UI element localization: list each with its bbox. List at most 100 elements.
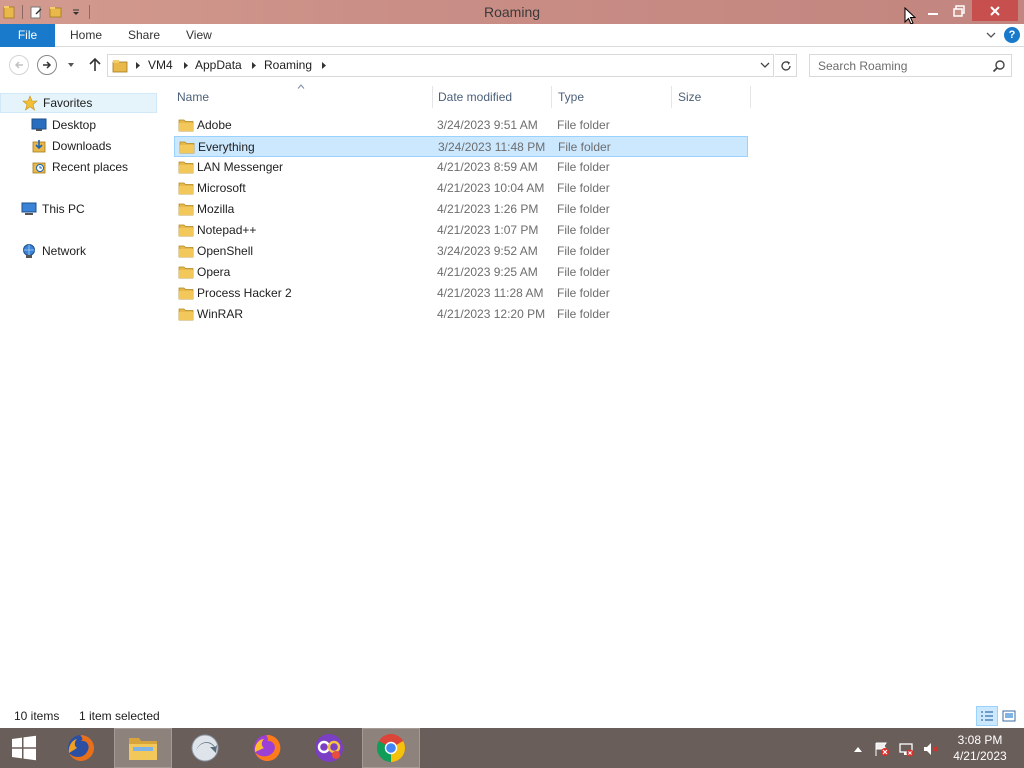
- folder-icon: [178, 119, 194, 132]
- search-icon[interactable]: [992, 59, 1006, 73]
- table-row[interactable]: Microsoft 4/21/2023 10:04 AM File folder: [174, 178, 748, 199]
- table-row[interactable]: LAN Messenger 4/21/2023 8:59 AM File fol…: [174, 157, 748, 178]
- pane-splitter[interactable]: [158, 87, 166, 704]
- taskbar-file-explorer[interactable]: [114, 728, 172, 768]
- file-name: Microsoft: [197, 181, 246, 195]
- column-divider[interactable]: [671, 86, 672, 108]
- breadcrumb-separator-icon[interactable]: [320, 61, 328, 70]
- nav-recent-places[interactable]: Recent places: [30, 157, 128, 177]
- file-name: WinRAR: [197, 307, 244, 321]
- table-row[interactable]: Notepad++ 4/21/2023 1:07 PM File folder: [174, 220, 748, 241]
- address-history-chevron-icon[interactable]: [759, 59, 771, 71]
- file-date: 4/21/2023 10:04 AM: [437, 181, 545, 195]
- start-button[interactable]: [0, 728, 48, 768]
- close-button[interactable]: [972, 0, 1018, 21]
- volume-muted-icon[interactable]: [922, 741, 938, 757]
- nav-favorites[interactable]: Favorites: [0, 93, 157, 113]
- breadcrumb-separator-icon[interactable]: [182, 61, 190, 70]
- tab-share[interactable]: Share: [128, 24, 160, 47]
- tab-view[interactable]: View: [186, 24, 212, 47]
- forward-button[interactable]: [37, 55, 57, 75]
- nav-this-pc[interactable]: This PC: [20, 199, 85, 219]
- table-row[interactable]: Mozilla 4/21/2023 1:26 PM File folder: [174, 199, 748, 220]
- table-row-selected[interactable]: Everything 3/24/2023 11:48 PM File folde…: [174, 136, 748, 157]
- table-row[interactable]: OpenShell 3/24/2023 9:52 AM File folder: [174, 241, 748, 262]
- folder-icon: [178, 161, 194, 174]
- show-hidden-icons-icon[interactable]: [850, 741, 866, 757]
- table-row[interactable]: Process Hacker 2 4/21/2023 11:28 AM File…: [174, 283, 748, 304]
- file-name: Mozilla: [197, 202, 235, 216]
- file-type: File folder: [558, 140, 611, 154]
- column-header-name[interactable]: Name: [177, 85, 432, 110]
- ribbon: File Home Share View ?: [0, 24, 1024, 47]
- column-header-type[interactable]: Type: [558, 85, 670, 110]
- refresh-icon: [780, 60, 791, 71]
- firefox-alt-icon: [254, 734, 281, 761]
- table-row[interactable]: Opera 4/21/2023 9:25 AM File folder: [174, 262, 748, 283]
- taskbar-purple-app[interactable]: [300, 728, 358, 768]
- nav-network[interactable]: Network: [20, 241, 86, 261]
- breadcrumb-appdata[interactable]: AppData: [195, 55, 242, 76]
- tab-home[interactable]: Home: [70, 24, 102, 47]
- file-type: File folder: [557, 223, 610, 237]
- minimize-button[interactable]: [920, 0, 946, 21]
- item-count: 10 items: [14, 709, 60, 723]
- nav-downloads[interactable]: Downloads: [30, 136, 111, 156]
- restore-icon: [953, 4, 965, 17]
- app-arrow-icon: [191, 734, 219, 762]
- file-date: 3/24/2023 9:52 AM: [437, 244, 538, 258]
- file-type: File folder: [557, 307, 610, 321]
- back-arrow-icon: [14, 61, 23, 69]
- taskbar-app-arrow[interactable]: [176, 728, 234, 768]
- breadcrumb-vm4[interactable]: VM4: [148, 55, 173, 76]
- file-date: 4/21/2023 12:20 PM: [437, 307, 546, 321]
- nav-this-pc-label: This PC: [42, 202, 85, 216]
- large-icons-view-button[interactable]: [998, 706, 1020, 726]
- taskbar-chrome[interactable]: [362, 728, 420, 768]
- nav-desktop[interactable]: Desktop: [30, 115, 96, 135]
- details-view-button[interactable]: [976, 706, 998, 726]
- maximize-button[interactable]: [946, 0, 972, 21]
- window-title: Roaming: [483, 4, 541, 20]
- selection-count: 1 item selected: [79, 709, 160, 723]
- file-type: File folder: [557, 265, 610, 279]
- table-row[interactable]: Adobe 3/24/2023 9:51 AM File folder: [174, 115, 748, 136]
- column-divider[interactable]: [750, 86, 751, 108]
- recent-locations-chevron-icon[interactable]: [65, 59, 77, 71]
- recent-places-icon: [30, 159, 48, 175]
- table-row[interactable]: WinRAR 4/21/2023 12:20 PM File folder: [174, 304, 748, 325]
- file-type: File folder: [557, 286, 610, 300]
- expand-ribbon-chevron-icon[interactable]: [984, 28, 998, 42]
- folder-icon: [178, 245, 194, 258]
- column-header-date[interactable]: Date modified: [438, 85, 550, 110]
- file-date: 4/21/2023 1:07 PM: [437, 223, 539, 237]
- taskbar-firefox[interactable]: [52, 728, 110, 768]
- customize-toolbar-icon[interactable]: [69, 4, 83, 20]
- help-button[interactable]: ?: [1004, 27, 1020, 43]
- file-date: 4/21/2023 8:59 AM: [437, 160, 538, 174]
- address-bar[interactable]: VM4 AppData Roaming: [107, 54, 774, 77]
- folder-icon: [178, 308, 194, 321]
- breadcrumb-roaming[interactable]: Roaming: [264, 55, 312, 76]
- new-folder-icon[interactable]: [49, 4, 63, 20]
- action-center-flag-icon[interactable]: [874, 741, 890, 757]
- breadcrumb-separator-icon[interactable]: [250, 61, 258, 70]
- chrome-icon: [377, 734, 405, 762]
- quick-access-toolbar: [0, 0, 90, 24]
- breadcrumb-separator-icon[interactable]: [134, 61, 142, 70]
- up-arrow-icon[interactable]: [86, 56, 104, 74]
- search-input[interactable]: [810, 55, 986, 76]
- column-header-size[interactable]: Size: [678, 85, 748, 110]
- network-status-icon[interactable]: [898, 741, 914, 757]
- taskbar-firefox-alt[interactable]: [238, 728, 296, 768]
- system-clock[interactable]: 3:08 PM 4/21/2023: [950, 732, 1010, 764]
- file-list: Name Date modified Type Size Adobe 3/24/…: [166, 83, 1024, 704]
- navigation-pane: Favorites Desktop Downloads Recent place…: [0, 87, 158, 704]
- properties-icon[interactable]: [29, 4, 43, 20]
- column-divider[interactable]: [551, 86, 552, 108]
- search-box[interactable]: [809, 54, 1012, 77]
- refresh-button[interactable]: [775, 54, 797, 77]
- back-button[interactable]: [9, 55, 29, 75]
- column-divider[interactable]: [432, 86, 433, 108]
- tab-file[interactable]: File: [0, 24, 55, 47]
